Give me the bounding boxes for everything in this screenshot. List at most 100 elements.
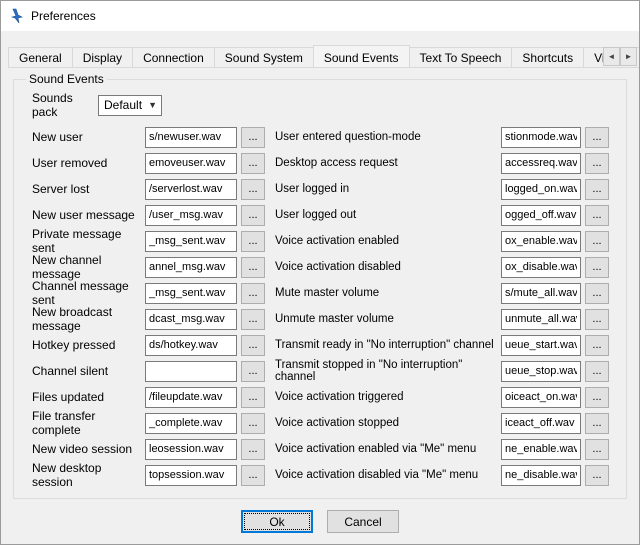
- sound-event-label: Voice activation enabled: [275, 235, 501, 247]
- sound-file-input[interactable]: [501, 361, 581, 382]
- sound-event-row: Voice activation enabled via "Me" menu..…: [275, 436, 609, 462]
- browse-button[interactable]: ...: [241, 153, 265, 174]
- sound-file-input[interactable]: [145, 179, 237, 200]
- sound-event-label: User removed: [32, 156, 145, 170]
- tab-general[interactable]: General: [8, 47, 73, 67]
- browse-button[interactable]: ...: [241, 257, 265, 278]
- sound-event-row: Voice activation disabled...: [275, 254, 609, 280]
- sound-file-input[interactable]: [145, 153, 237, 174]
- sound-file-input[interactable]: [501, 257, 581, 278]
- title-bar: Preferences: [1, 1, 639, 31]
- sound-event-row: User logged out...: [275, 202, 609, 228]
- sound-event-label: New channel message: [32, 253, 145, 281]
- sound-file-input[interactable]: [501, 413, 581, 434]
- sound-events-panel: Sound Events Sounds pack Default ▼ New u…: [1, 68, 639, 545]
- tab-sound-events[interactable]: Sound Events: [313, 45, 410, 68]
- sound-event-label: Channel silent: [32, 364, 145, 378]
- browse-button[interactable]: ...: [241, 361, 265, 382]
- browse-button[interactable]: ...: [241, 439, 265, 460]
- sound-file-input[interactable]: [501, 439, 581, 460]
- browse-button[interactable]: ...: [585, 283, 609, 304]
- sound-file-input[interactable]: [501, 283, 581, 304]
- sounds-pack-row: Sounds pack Default ▼: [32, 90, 618, 120]
- browse-button[interactable]: ...: [585, 153, 609, 174]
- tab-scroll-right-icon[interactable]: ►: [620, 47, 637, 66]
- groupbox-title: Sound Events: [26, 72, 107, 86]
- sound-event-row: User removed...: [32, 150, 265, 176]
- browse-button[interactable]: ...: [585, 361, 609, 382]
- sound-file-input[interactable]: [145, 439, 237, 460]
- preferences-window: Preferences GeneralDisplayConnectionSoun…: [0, 0, 640, 545]
- sound-event-label: Voice activation enabled via "Me" menu: [275, 443, 501, 455]
- sound-event-label: New user: [32, 130, 145, 144]
- sound-event-label: New user message: [32, 208, 145, 222]
- sound-event-label: Voice activation triggered: [275, 391, 501, 403]
- sound-event-row: User logged in...: [275, 176, 609, 202]
- sound-file-input[interactable]: [145, 231, 237, 252]
- sound-events-right-column: User entered question-mode...Desktop acc…: [275, 124, 609, 488]
- browse-button[interactable]: ...: [241, 335, 265, 356]
- browse-button[interactable]: ...: [241, 413, 265, 434]
- cancel-button[interactable]: Cancel: [327, 510, 399, 533]
- browse-button[interactable]: ...: [241, 127, 265, 148]
- browse-button[interactable]: ...: [241, 283, 265, 304]
- sound-file-input[interactable]: [145, 361, 237, 382]
- sound-file-input[interactable]: [501, 127, 581, 148]
- sound-events-columns: New user...User removed...Server lost...…: [32, 124, 618, 488]
- sound-event-label: Voice activation disabled: [275, 261, 501, 273]
- browse-button[interactable]: ...: [585, 257, 609, 278]
- browse-button[interactable]: ...: [585, 439, 609, 460]
- sound-file-input[interactable]: [145, 205, 237, 226]
- sound-file-input[interactable]: [501, 309, 581, 330]
- sound-event-row: Unmute master volume...: [275, 306, 609, 332]
- sounds-pack-select[interactable]: Default ▼: [98, 95, 162, 116]
- sound-file-input[interactable]: [501, 153, 581, 174]
- ok-button[interactable]: Ok: [241, 510, 313, 533]
- browse-button[interactable]: ...: [585, 413, 609, 434]
- sound-file-input[interactable]: [145, 127, 237, 148]
- sound-event-label: Voice activation disabled via "Me" menu: [275, 469, 501, 481]
- tab-connection[interactable]: Connection: [132, 47, 215, 67]
- sound-file-input[interactable]: [501, 335, 581, 356]
- sound-file-input[interactable]: [145, 465, 237, 486]
- browse-button[interactable]: ...: [585, 309, 609, 330]
- sound-event-row: New broadcast message...: [32, 306, 265, 332]
- sound-file-input[interactable]: [501, 205, 581, 226]
- sound-file-input[interactable]: [145, 387, 237, 408]
- browse-button[interactable]: ...: [585, 205, 609, 226]
- sound-event-row: Desktop access request...: [275, 150, 609, 176]
- tab-display[interactable]: Display: [72, 47, 133, 67]
- sound-file-input[interactable]: [145, 335, 237, 356]
- sound-file-input[interactable]: [501, 179, 581, 200]
- tab-sound-system[interactable]: Sound System: [214, 47, 314, 67]
- browse-button[interactable]: ...: [241, 231, 265, 252]
- browse-button[interactable]: ...: [585, 335, 609, 356]
- sound-event-label: Voice activation stopped: [275, 417, 501, 429]
- browse-button[interactable]: ...: [241, 465, 265, 486]
- browse-button[interactable]: ...: [585, 179, 609, 200]
- sound-file-input[interactable]: [145, 413, 237, 434]
- sound-file-input[interactable]: [501, 387, 581, 408]
- sound-file-input[interactable]: [145, 283, 237, 304]
- browse-button[interactable]: ...: [585, 465, 609, 486]
- sound-event-row: User entered question-mode...: [275, 124, 609, 150]
- tab-shortcuts[interactable]: Shortcuts: [511, 47, 584, 67]
- sound-file-input[interactable]: [145, 309, 237, 330]
- tab-scroll-left-icon[interactable]: ◄: [603, 47, 620, 66]
- browse-button[interactable]: ...: [241, 387, 265, 408]
- browse-button[interactable]: ...: [241, 205, 265, 226]
- sound-event-row: New channel message...: [32, 254, 265, 280]
- browse-button[interactable]: ...: [585, 231, 609, 252]
- browse-button[interactable]: ...: [241, 179, 265, 200]
- dialog-footer: Ok Cancel: [7, 499, 633, 545]
- sound-file-input[interactable]: [501, 231, 581, 252]
- sound-event-row: Voice activation triggered...: [275, 384, 609, 410]
- sound-event-label: Server lost: [32, 182, 145, 196]
- sound-file-input[interactable]: [145, 257, 237, 278]
- tab-bar: GeneralDisplayConnectionSound SystemSoun…: [8, 44, 639, 68]
- browse-button[interactable]: ...: [585, 387, 609, 408]
- sound-file-input[interactable]: [501, 465, 581, 486]
- browse-button[interactable]: ...: [585, 127, 609, 148]
- tab-text-to-speech[interactable]: Text To Speech: [409, 47, 513, 67]
- browse-button[interactable]: ...: [241, 309, 265, 330]
